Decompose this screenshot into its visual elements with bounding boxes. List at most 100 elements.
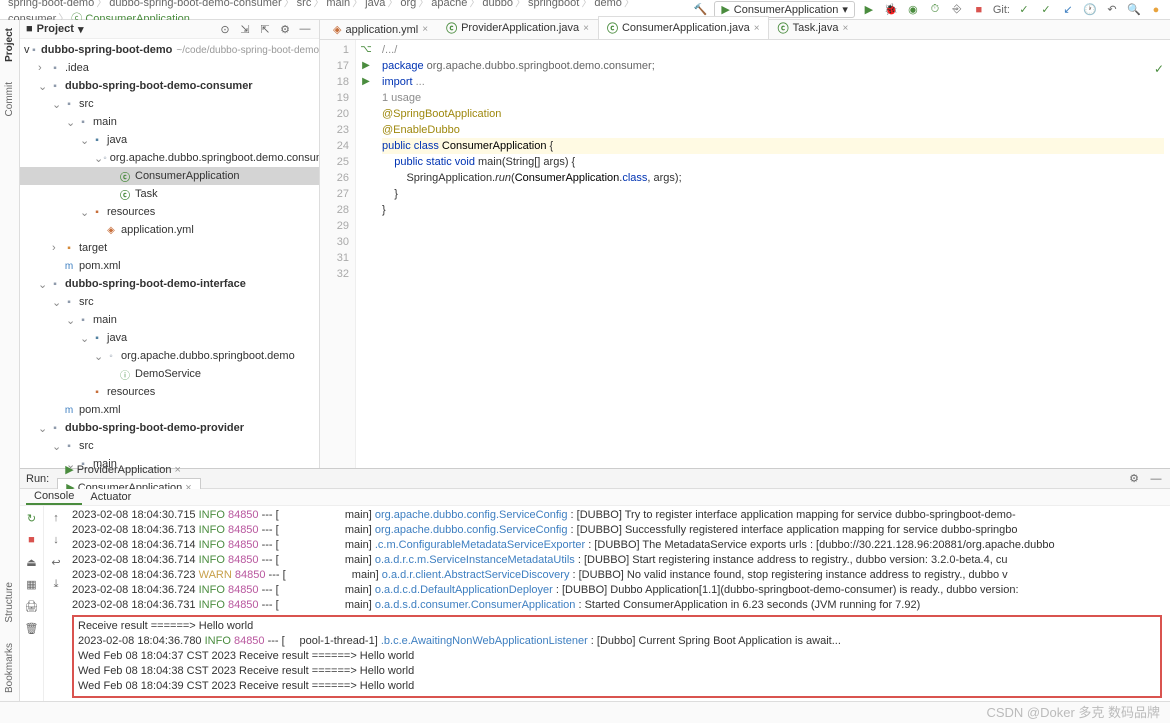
tree-node[interactable]: ⌄▪src [20, 95, 319, 113]
tree-node[interactable]: ⌄▪java [20, 131, 319, 149]
breadcrumb-item[interactable]: apache [429, 0, 469, 9]
tree-node[interactable]: ⌄▪src [20, 293, 319, 311]
tree-node[interactable]: ⌄▪resources [20, 203, 319, 221]
console-toolbar: ↻ ■ ⏏ ▦ 🖨 🗑 [20, 506, 44, 702]
revert-icon[interactable]: ↶ [1104, 2, 1120, 18]
tree-node[interactable]: ⌄▪main [20, 113, 319, 131]
tree-node[interactable]: ◈application.yml [20, 221, 319, 239]
git-push-icon[interactable]: ✓ [1038, 2, 1054, 18]
breadcrumb-item[interactable]: springboot [526, 0, 581, 9]
up-icon[interactable]: ↑ [48, 510, 64, 526]
run-tabs-bar: Run: ▶ProviderApplication ×▶ConsumerAppl… [20, 469, 1170, 489]
run-tab[interactable]: ▶ProviderApplication × [57, 461, 200, 478]
gutter-icons[interactable]: ⌥▶▶ [356, 40, 376, 468]
stop-process-icon[interactable]: ■ [24, 532, 40, 548]
breadcrumb-item[interactable]: java [363, 0, 387, 9]
editor-tab[interactable]: ⓒProviderApplication.java× [437, 16, 598, 39]
code-area[interactable]: /.../package org.apache.dubbo.springboot… [376, 40, 1170, 468]
editor-tab[interactable]: ⓒConsumerApplication.java× [598, 16, 769, 39]
down-icon[interactable]: ↓ [48, 532, 64, 548]
run-settings-icon[interactable]: ⚙ [1126, 471, 1142, 487]
tree-node[interactable]: mpom.xml [20, 401, 319, 419]
print-icon[interactable]: 🖨 [24, 598, 40, 614]
watermark: CSDN @Doker 多克 数码品牌 [986, 702, 1160, 721]
tree-node[interactable]: ⌄▪src [20, 437, 319, 455]
tree-node[interactable]: ⌄▪main [20, 311, 319, 329]
tool-bookmarks[interactable]: Bookmarks [4, 639, 15, 697]
run-label: Run: [26, 473, 49, 485]
layout-icon[interactable]: ▦ [24, 576, 40, 592]
run-icon[interactable]: ▶ [861, 2, 877, 18]
soft-wrap-icon[interactable]: ↩ [48, 554, 64, 570]
exit-icon[interactable]: ⏏ [24, 554, 40, 570]
tree-node[interactable]: ⌄◦org.apache.dubbo.springboot.demo [20, 347, 319, 365]
left-toolstrip: Project Commit Structure Bookmarks 📷 [0, 20, 20, 723]
project-title[interactable]: ■ Project ▾ [26, 23, 83, 36]
close-icon[interactable]: × [842, 23, 848, 34]
console-subtab[interactable]: Console [26, 489, 82, 505]
breadcrumb-item[interactable]: dubbo-spring-boot-demo-consumer [107, 0, 283, 9]
stop-icon[interactable]: ■ [971, 2, 987, 18]
tree-node[interactable]: ⌄◦org.apache.dubbo.springboot.demo.consu… [20, 149, 319, 167]
attach-icon[interactable]: ⎆ [949, 2, 965, 18]
breadcrumb-item[interactable]: org [398, 0, 418, 9]
tree-node[interactable]: ⓒConsumerApplication [20, 167, 319, 185]
editor-body[interactable]: 11718192023242526272829303132 ⌥▶▶ /.../p… [320, 40, 1170, 468]
tool-structure[interactable]: Structure [4, 578, 15, 627]
search-icon[interactable]: 🔍 [1126, 2, 1142, 18]
breadcrumb-item[interactable]: spring-boot-demo [6, 0, 96, 9]
tree-node[interactable]: ⌄▪java [20, 329, 319, 347]
trash-icon[interactable]: 🗑 [24, 620, 40, 636]
status-bar: CSDN @Doker 多克 数码品牌 [0, 701, 1170, 723]
line-gutter: 11718192023242526272829303132 [320, 40, 356, 468]
git-commit-icon[interactable]: ✓ [1016, 2, 1032, 18]
console-toolbar2: ↑ ↓ ↩ ⤓ [44, 506, 68, 702]
tree-node[interactable]: ⌄▪dubbo-spring-boot-demo-provider [20, 419, 319, 437]
tool-project[interactable]: Project [4, 24, 15, 66]
tree-node[interactable]: ›▪target [20, 239, 319, 257]
close-icon[interactable]: × [754, 23, 760, 34]
tree-node[interactable]: ⓒTask [20, 185, 319, 203]
scroll-end-icon[interactable]: ⤓ [48, 576, 64, 592]
profile-icon[interactable]: ⏱ [927, 2, 943, 18]
tree-node[interactable]: mpom.xml [20, 257, 319, 275]
console-subtab[interactable]: Actuator [82, 490, 139, 504]
gear-icon[interactable]: ⚙ [277, 21, 293, 37]
collapse-all-icon[interactable]: ⇱ [257, 21, 273, 37]
run-panel: Run: ▶ProviderApplication ×▶ConsumerAppl… [20, 468, 1170, 701]
project-tree[interactable]: v▪dubbo-spring-boot-demo~/code/dubbo-spr… [20, 39, 319, 468]
coverage-icon[interactable]: ◉ [905, 2, 921, 18]
debug-icon[interactable]: 🐞 [883, 2, 899, 18]
select-opened-icon[interactable]: ⊙ [217, 21, 233, 37]
breadcrumb-item[interactable]: demo [592, 0, 624, 9]
editor-panel: ◈application.yml×ⓒProviderApplication.ja… [320, 20, 1170, 468]
run-hide-icon[interactable]: — [1148, 471, 1164, 487]
ide-errors-icon[interactable]: ● [1148, 2, 1164, 18]
console-subtabs: ConsoleActuator [20, 489, 1170, 506]
close-icon[interactable]: × [583, 23, 589, 34]
highlighted-output: Receive result ======> Hello world2023-0… [72, 615, 1162, 698]
breadcrumb-item[interactable]: main [324, 0, 352, 9]
tree-node[interactable]: ›▪.idea [20, 59, 319, 77]
tree-node[interactable]: ⓘDemoService [20, 365, 319, 383]
close-icon[interactable]: × [422, 24, 428, 35]
hide-icon[interactable]: — [297, 21, 313, 37]
tree-root[interactable]: v▪dubbo-spring-boot-demo~/code/dubbo-spr… [20, 41, 319, 59]
project-header: ■ Project ▾ ⊙ ⇲ ⇱ ⚙ — [20, 20, 319, 39]
tree-node[interactable]: ⌄▪dubbo-spring-boot-demo-consumer [20, 77, 319, 95]
expand-all-icon[interactable]: ⇲ [237, 21, 253, 37]
tree-node[interactable]: ⌄▪dubbo-spring-boot-demo-interface [20, 275, 319, 293]
console-output[interactable]: 2023-02-08 18:04:30.715 INFO 84850 --- [… [68, 506, 1170, 702]
rerun-icon[interactable]: ↻ [24, 510, 40, 526]
editor-tab[interactable]: ◈application.yml× [324, 19, 437, 39]
git-label: Git: [993, 4, 1010, 16]
breadcrumb-item[interactable]: dubbo [480, 0, 515, 9]
tree-node[interactable]: ▪resources [20, 383, 319, 401]
tool-commit[interactable]: Commit [4, 78, 15, 120]
git-update-icon[interactable]: ↙ [1060, 2, 1076, 18]
inspection-ok-icon[interactable]: ✓ [1154, 62, 1164, 76]
history-icon[interactable]: 🕐 [1082, 2, 1098, 18]
editor-tabs: ◈application.yml×ⓒProviderApplication.ja… [320, 20, 1170, 40]
breadcrumb-item[interactable]: src [295, 0, 314, 9]
editor-tab[interactable]: ⓒTask.java× [769, 16, 858, 39]
